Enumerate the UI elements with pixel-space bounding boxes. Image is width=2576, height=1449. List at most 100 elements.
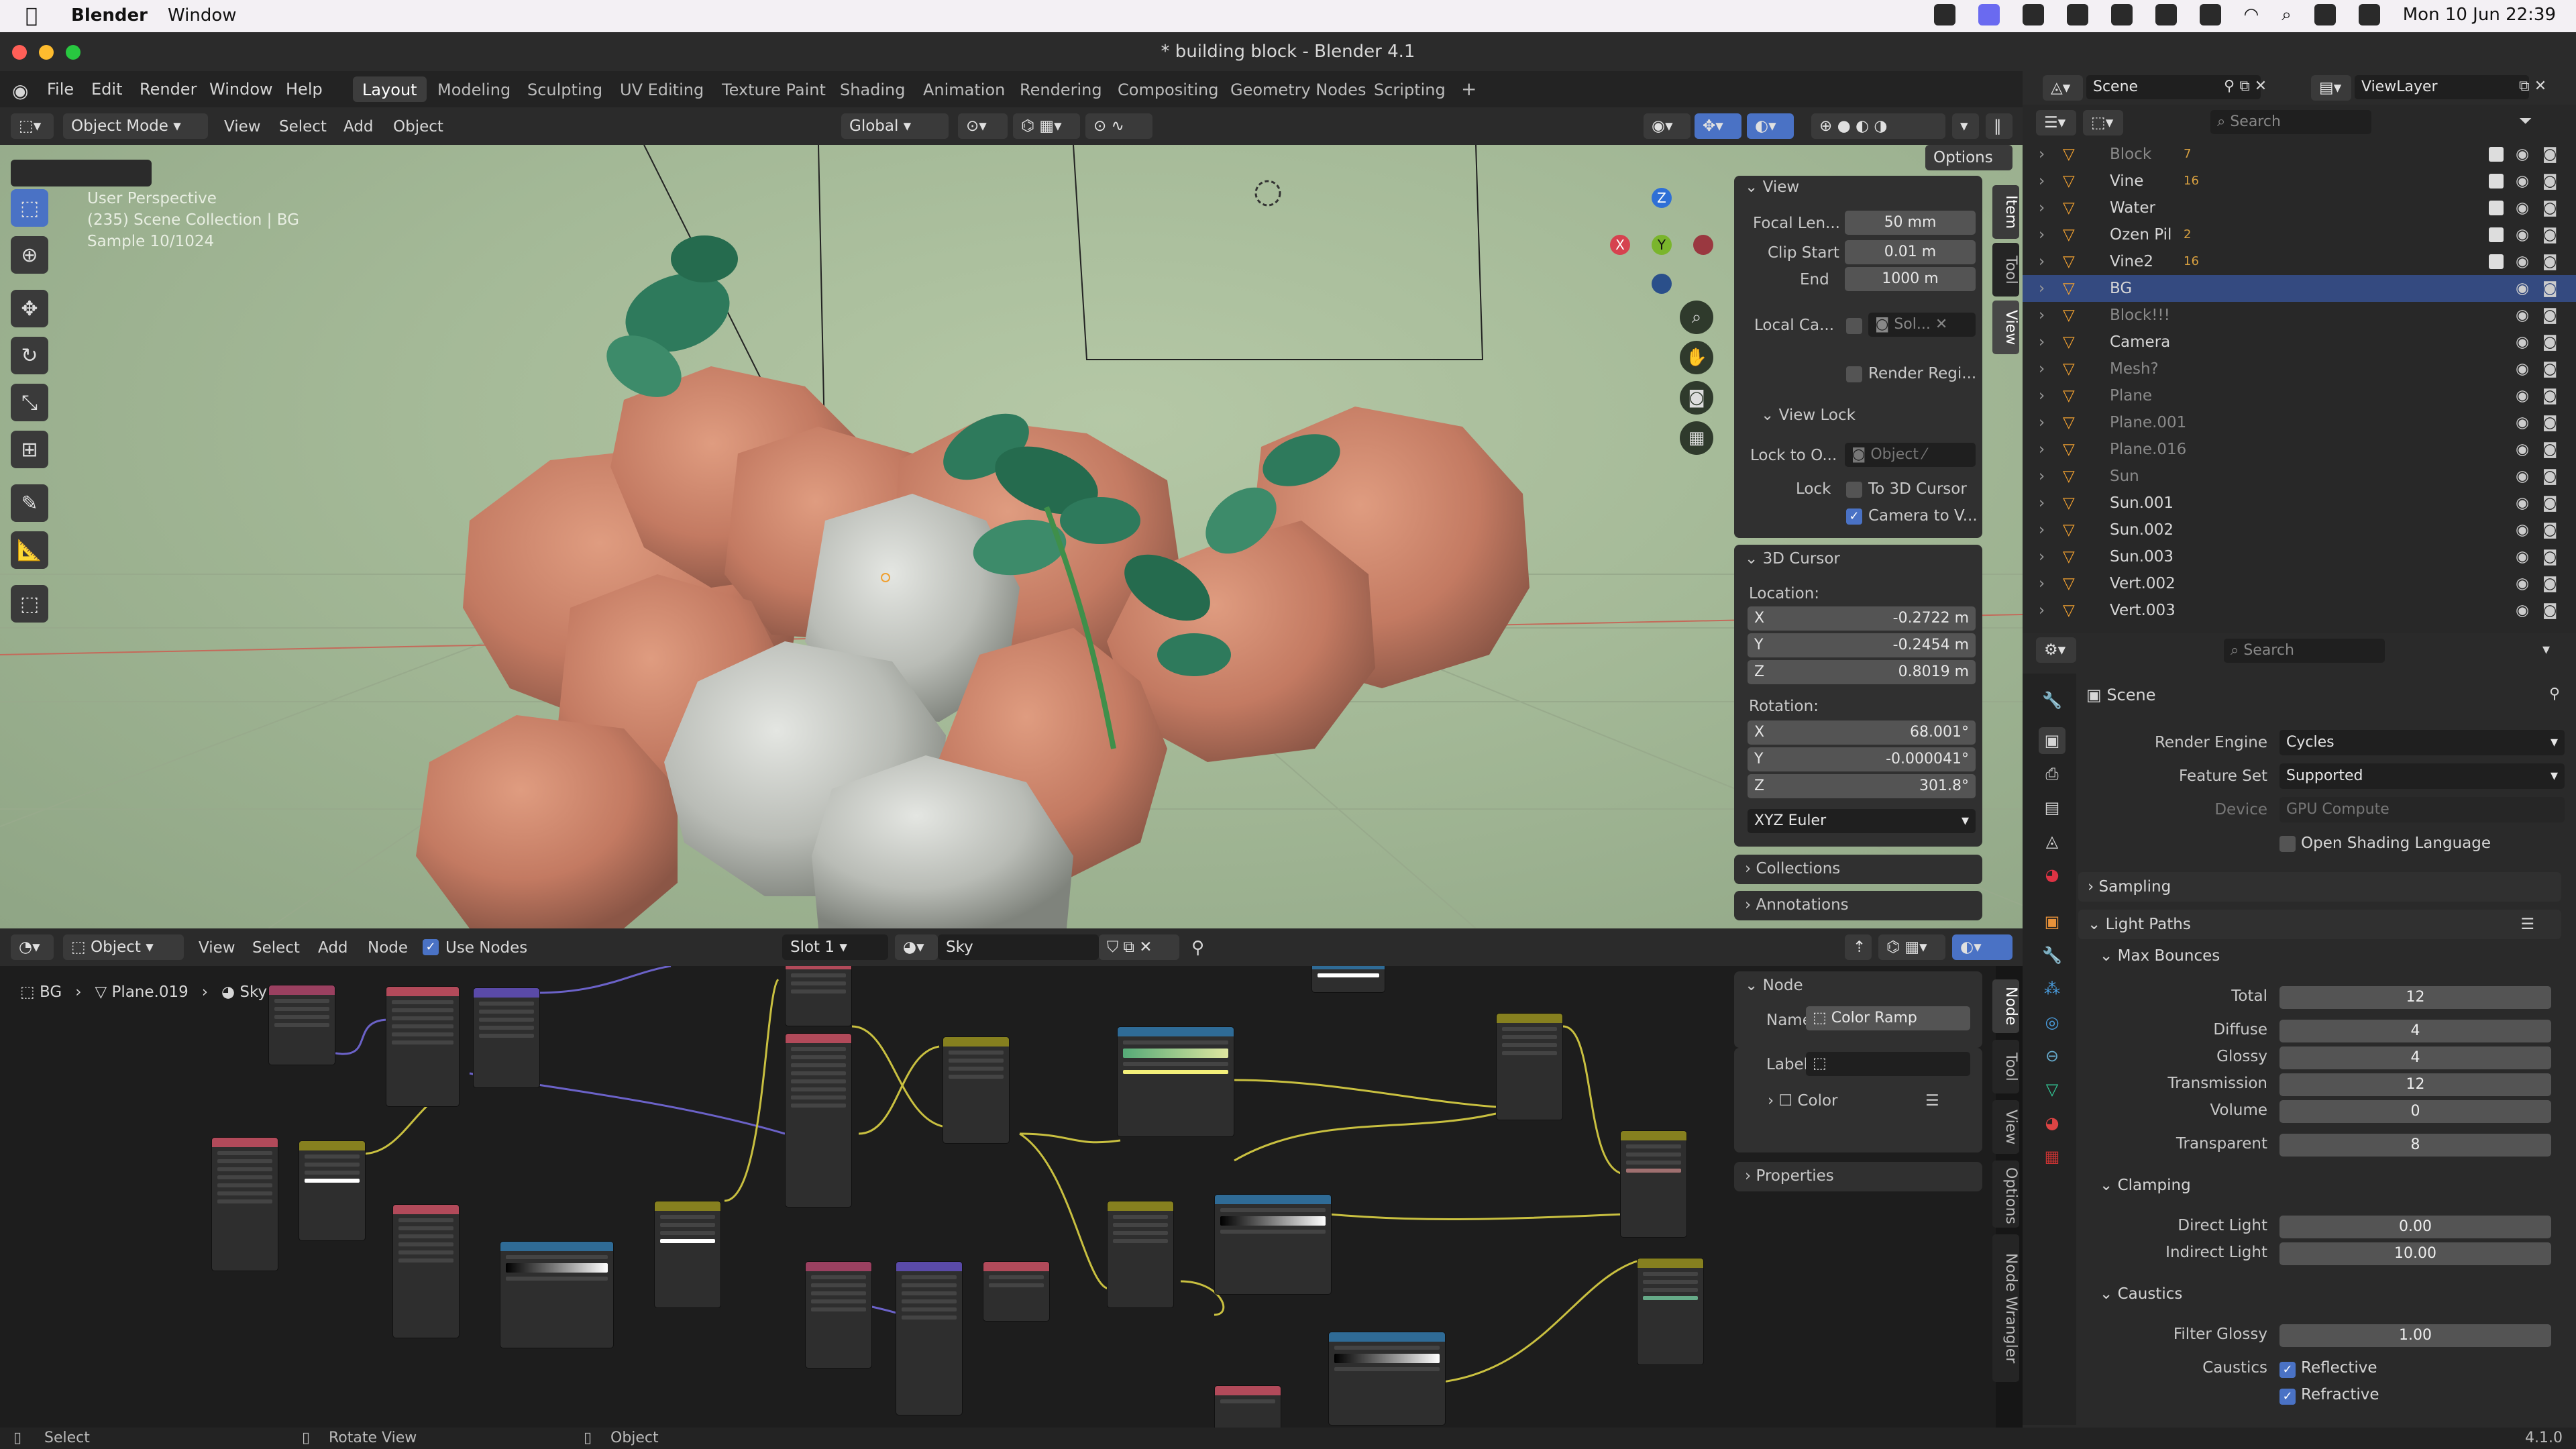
expand-arrow-icon[interactable]: › xyxy=(2039,221,2045,248)
shading-mode-buttons[interactable]: ⊕ ● ◐ ◑ xyxy=(1811,113,1945,139)
clip-end-field[interactable]: 1000 m xyxy=(1845,267,1976,291)
world-tab-icon[interactable]: ◕ xyxy=(2039,861,2065,888)
scene-tab-icon[interactable]: ◬ xyxy=(2039,828,2065,855)
voronoi-texture-node[interactable] xyxy=(785,1033,852,1208)
shader-type-select[interactable]: ⬚ Object ▾ xyxy=(63,934,184,960)
rotation-mode-select[interactable]: XYZ Euler ▾ xyxy=(1748,809,1976,833)
mix-node[interactable] xyxy=(299,1140,366,1241)
camera-to-view-checkbox[interactable]: ✓ xyxy=(1846,508,1862,525)
visibility-eye-icon[interactable]: ◉ xyxy=(2516,436,2529,463)
render-camera-icon[interactable]: ◙ xyxy=(2542,248,2557,275)
view-panel-header[interactable]: ⌄ View xyxy=(1745,178,1799,196)
blender-logo-icon[interactable]: ◉ xyxy=(12,80,28,102)
rotate-tool[interactable]: ↻ xyxy=(11,337,48,374)
node-tab-view[interactable]: View xyxy=(1992,1100,2019,1154)
expand-arrow-icon[interactable]: › xyxy=(2039,490,2045,517)
outliner-item-name[interactable]: Vert.002 xyxy=(2110,570,2176,597)
render-camera-icon[interactable]: ◙ xyxy=(2542,302,2557,329)
search-icon[interactable]: ⌕ xyxy=(2282,5,2292,25)
tab-layout[interactable]: Layout xyxy=(353,76,427,102)
tab-sculpting[interactable]: Sculpting xyxy=(518,76,612,102)
outliner-item-name[interactable]: Plane.001 xyxy=(2110,409,2186,436)
sampling-panel[interactable]: › Sampling xyxy=(2078,872,2561,902)
navigation-gizmo[interactable]: Z X Y xyxy=(1610,188,1717,302)
annotations-panel[interactable]: › Annotations xyxy=(1734,891,1982,920)
render-camera-icon[interactable]: ◙ xyxy=(2542,329,2557,356)
snap-toggle[interactable]: ⌬ ▦▾ xyxy=(1013,113,1080,139)
pin-icon[interactable]: ⚲ xyxy=(1191,938,1204,958)
expand-arrow-icon[interactable]: › xyxy=(2039,570,2045,597)
render-camera-icon[interactable]: ◙ xyxy=(2542,490,2557,517)
overlay-toggle-node-icon[interactable]: ◐▾ xyxy=(1952,934,2012,960)
node-tab-tool[interactable]: Tool xyxy=(1992,1040,2019,1093)
render-camera-icon[interactable]: ◙ xyxy=(2542,517,2557,543)
local-camera-checkbox[interactable] xyxy=(1846,318,1862,334)
indirect-light-field[interactable]: 10.00 xyxy=(2279,1242,2551,1265)
zoom-icon[interactable]: ⌕ xyxy=(1680,301,1713,334)
mix-node[interactable] xyxy=(1637,1258,1704,1365)
transform-tool[interactable]: ⊞ xyxy=(11,431,48,468)
menu-edit[interactable]: Edit xyxy=(91,80,122,99)
color-ramp-node[interactable] xyxy=(500,1241,614,1348)
render-camera-icon[interactable]: ◙ xyxy=(2542,436,2557,463)
expand-arrow-icon[interactable]: › xyxy=(2039,409,2045,436)
filter-glossy-field[interactable]: 1.00 xyxy=(2279,1324,2551,1347)
noise-texture-node[interactable] xyxy=(392,1204,460,1338)
outliner-item-name[interactable]: BG xyxy=(2110,275,2132,302)
properties-options[interactable]: ▾ xyxy=(2542,641,2550,658)
tab-tool[interactable]: Tool xyxy=(1992,243,2019,297)
select-box-tool[interactable]: ⬚ xyxy=(11,189,48,227)
status-icon[interactable] xyxy=(2066,4,2088,25)
snap-toggle-node[interactable]: ⌬ ▦▾ xyxy=(1878,934,1945,960)
list-icon[interactable]: ☰ xyxy=(1925,1092,1939,1110)
slot-select[interactable]: Slot 1 ▾ xyxy=(782,934,888,960)
viewport-menu-add[interactable]: Add xyxy=(343,118,374,136)
expand-arrow-icon[interactable]: › xyxy=(2039,356,2045,382)
render-camera-icon[interactable]: ◙ xyxy=(2542,221,2557,248)
caustics-header[interactable]: ⌄ Caustics xyxy=(2100,1285,2182,1303)
viewport-menu-select[interactable]: Select xyxy=(279,118,327,136)
node-editor-type-button[interactable]: ◔▾ xyxy=(11,934,54,960)
3d-cursor[interactable] xyxy=(1254,180,1281,207)
render-camera-icon[interactable]: ◙ xyxy=(2542,597,2557,624)
expand-arrow-icon[interactable]: › xyxy=(2039,302,2045,329)
node-tab-node[interactable]: Node xyxy=(1992,979,2019,1033)
exclude-checkbox[interactable] xyxy=(2489,227,2504,242)
gizmo-toggle-icon[interactable]: ✥▾ xyxy=(1695,113,1741,139)
tab-modeling[interactable]: Modeling xyxy=(428,76,520,102)
render-camera-icon[interactable]: ◙ xyxy=(2542,463,2557,490)
wifi-icon[interactable]: ◠ xyxy=(2244,5,2259,25)
device-select[interactable]: GPU Compute xyxy=(2279,797,2565,822)
render-region-checkbox[interactable] xyxy=(1846,366,1862,382)
screen-icon[interactable] xyxy=(1978,4,2000,25)
visibility-eye-icon[interactable]: ◉ xyxy=(2516,329,2529,356)
particles-tab-icon[interactable]: ⁂ xyxy=(2039,975,2065,1002)
expand-arrow-icon[interactable]: › xyxy=(2039,329,2045,356)
properties-panel[interactable]: › Properties xyxy=(1734,1162,1982,1191)
transmission-field[interactable]: 12 xyxy=(2279,1073,2551,1096)
rotation-y-field[interactable]: Y -0.000041° xyxy=(1748,747,1976,771)
options-button[interactable]: Options ▾ xyxy=(1925,145,2012,192)
mapping-node[interactable] xyxy=(896,1261,963,1415)
outliner-item-name[interactable]: Sun xyxy=(2110,463,2139,490)
visibility-eye-icon[interactable]: ◉ xyxy=(2516,195,2529,221)
select-mode-buttons[interactable] xyxy=(11,160,152,186)
viewlayer-browse-icon[interactable]: ▤▾ xyxy=(2311,75,2351,101)
collections-panel[interactable]: › Collections xyxy=(1734,855,1982,884)
outliner-item-name[interactable]: Sun.003 xyxy=(2110,543,2174,570)
refractive-checkbox[interactable]: ✓ xyxy=(2279,1389,2296,1405)
overlay-toggle-icon[interactable]: ◐▾ xyxy=(1747,113,1794,139)
outliner-row[interactable]: › ▽ Block 7 ◉ ◙ xyxy=(2023,141,2576,168)
node-panel-header[interactable]: ⌄ Node xyxy=(1745,977,1803,994)
volume-field[interactable]: 0 xyxy=(2279,1100,2551,1123)
tab-compositing[interactable]: Compositing xyxy=(1108,76,1228,102)
outliner-item-name[interactable]: Block xyxy=(2110,141,2151,168)
outliner-item-name[interactable]: Camera xyxy=(2110,329,2170,356)
viewport-menu-object[interactable]: Object xyxy=(393,118,443,136)
editor-type-button[interactable]: ⬚▾ xyxy=(11,113,54,139)
rotation-z-field[interactable]: Z 301.8° xyxy=(1748,774,1976,798)
outliner-item-name[interactable]: Vert.003 xyxy=(2110,597,2176,624)
gizmo-neg-x[interactable] xyxy=(1693,235,1713,255)
add-cube-tool[interactable]: ⬚ xyxy=(11,585,48,623)
outliner-item-name[interactable]: Mesh? xyxy=(2110,356,2159,382)
